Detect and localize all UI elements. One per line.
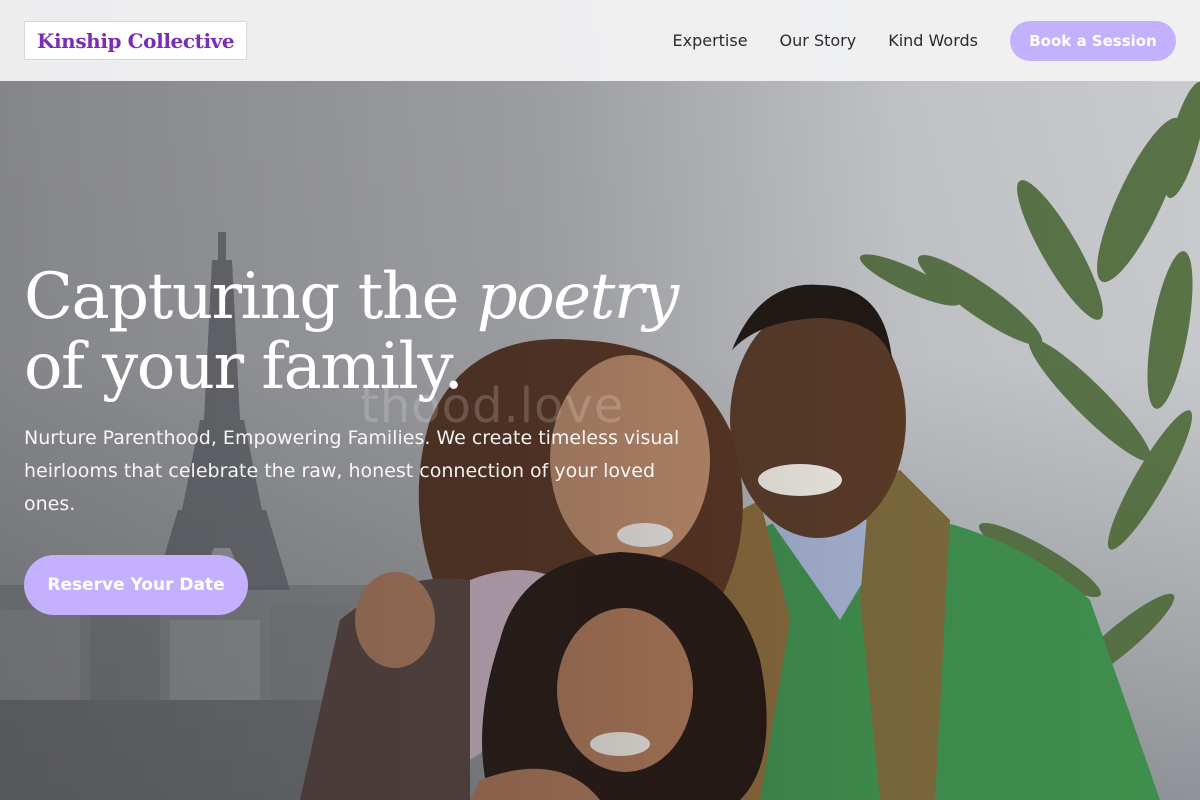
headline-italic-word: poetry	[476, 260, 679, 334]
reserve-date-button[interactable]: Reserve Your Date	[24, 555, 248, 615]
headline-part-1: Capturing the	[24, 260, 477, 334]
hero-headline: Capturing the poetry of your family.	[24, 262, 724, 402]
brand-logo[interactable]: Kinship Collective	[24, 21, 248, 60]
book-session-button[interactable]: Book a Session	[1010, 20, 1176, 61]
headline-line-2: of your family.	[24, 330, 464, 404]
hero-content: Capturing the poetry of your family. Nur…	[24, 262, 724, 615]
main-nav: Expertise Our Story Kind Words Book a Se…	[672, 20, 1176, 61]
nav-link-expertise[interactable]: Expertise	[672, 31, 747, 50]
nav-link-kind-words[interactable]: Kind Words	[888, 31, 978, 50]
nav-link-our-story[interactable]: Our Story	[780, 31, 857, 50]
hero-subtext: Nurture Parenthood, Empowering Families.…	[24, 427, 680, 515]
site-header: Kinship Collective Expertise Our Story K…	[0, 0, 1200, 81]
